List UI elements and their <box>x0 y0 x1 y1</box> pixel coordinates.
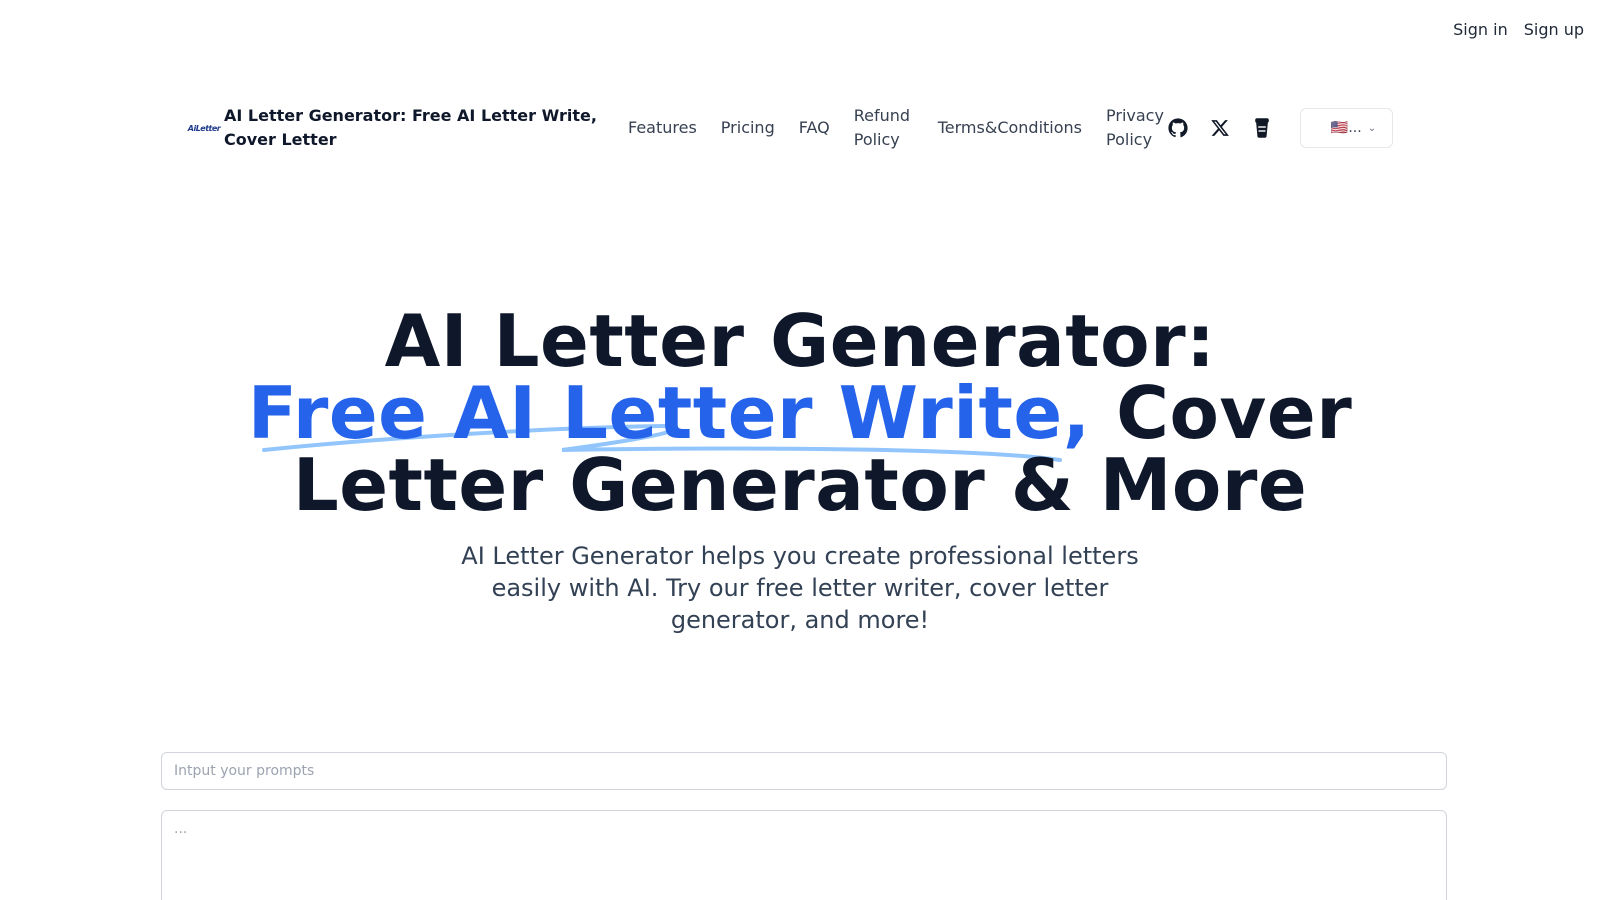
language-select[interactable]: 🇺🇸... ⌄ <box>1300 108 1394 148</box>
chevron-down-icon: ⌄ <box>1367 122 1377 134</box>
auth-links: Sign in Sign up <box>1453 20 1584 39</box>
nav-terms-conditions[interactable]: Terms&Conditions <box>938 116 1082 140</box>
nav-privacy-policy[interactable]: Privacy Policy <box>1106 104 1168 152</box>
brand-logo: AiLetter <box>187 114 221 142</box>
nav-links: Features Pricing FAQ Refund Policy Terms… <box>610 104 1168 152</box>
hero: AI Letter Generator: Free AI Letter Writ… <box>0 305 1600 521</box>
nav-faq[interactable]: FAQ <box>799 116 830 140</box>
hero-title-line3: Letter Generator & More <box>292 443 1308 527</box>
social-icons <box>1168 118 1272 138</box>
nav-features[interactable]: Features <box>628 116 697 140</box>
sign-up-link[interactable]: Sign up <box>1524 20 1584 39</box>
language-selected: 🇺🇸... <box>1330 120 1362 136</box>
hero-subtitle: AI Letter Generator helps you create pro… <box>461 542 1139 634</box>
prompt-input[interactable] <box>161 752 1447 790</box>
nav-refund-policy[interactable]: Refund Policy <box>854 104 914 152</box>
sign-in-link[interactable]: Sign in <box>1453 20 1508 39</box>
navbar: AiLetter AI Letter Generator: Free AI Le… <box>187 100 1415 156</box>
hero-title-line2: Free AI Letter Write, Cover <box>0 377 1600 449</box>
nav-pricing[interactable]: Pricing <box>721 116 775 140</box>
coffee-cup-icon[interactable] <box>1252 118 1272 138</box>
brand[interactable]: AiLetter AI Letter Generator: Free AI Le… <box>187 104 610 152</box>
hero-title-accent: Free AI Letter Write, <box>247 371 1091 455</box>
hero-title: AI Letter Generator: Free AI Letter Writ… <box>0 305 1600 521</box>
x-twitter-icon[interactable] <box>1210 118 1230 138</box>
hero-title-line1: AI Letter Generator: <box>384 299 1216 383</box>
brand-logo-text: AiLetter <box>187 123 221 133</box>
brand-name: AI Letter Generator: Free AI Letter Writ… <box>224 106 597 149</box>
github-icon[interactable] <box>1168 118 1188 138</box>
output-textarea[interactable] <box>161 810 1447 900</box>
